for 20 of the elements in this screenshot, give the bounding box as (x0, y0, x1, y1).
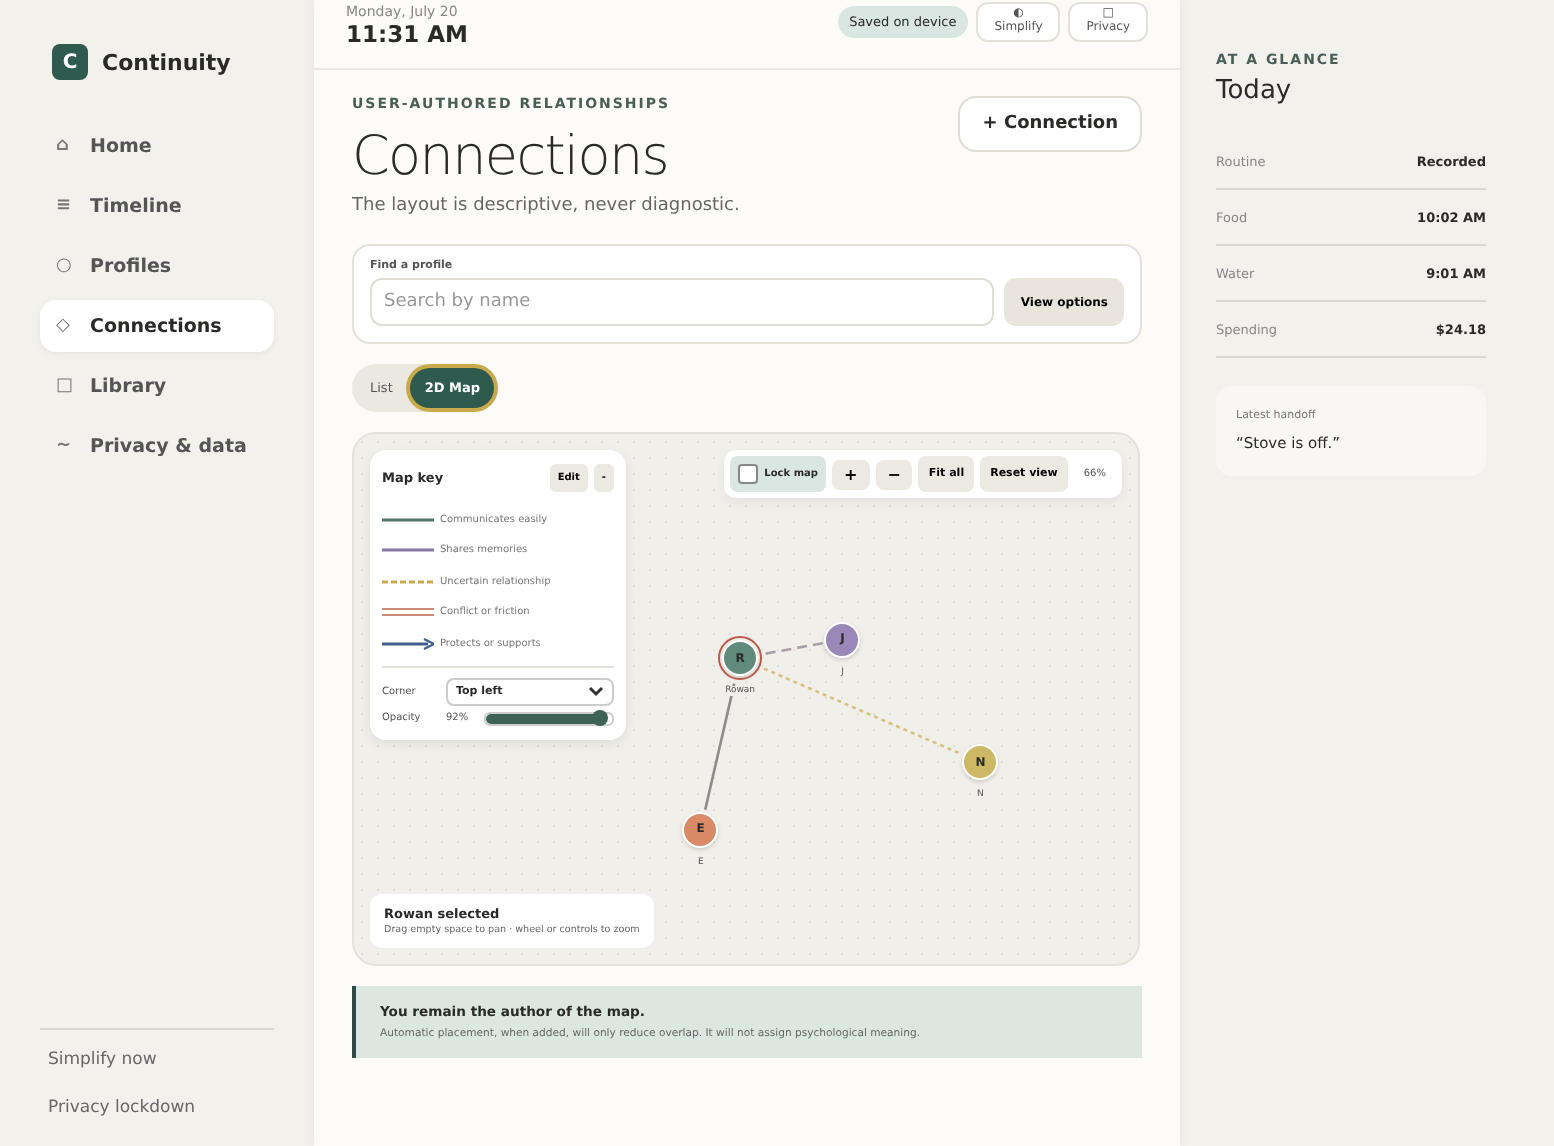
sidebar-link[interactable]: Simplify now (40, 1050, 274, 1070)
zoom-out-button[interactable]: − (875, 459, 913, 489)
time-text: 11:31 AM (346, 20, 468, 48)
panel-title: Today (1216, 76, 1294, 106)
nav-item[interactable]: ~ Privacy & data (40, 420, 274, 472)
page-subtitle: The layout is descriptive, never diagnostic. (352, 196, 740, 216)
app-name: Continuity (102, 49, 231, 75)
add-connection-button[interactable]: + Connection (958, 96, 1142, 152)
opacity-slider[interactable] (484, 711, 614, 725)
nav-item[interactable]: □ Library (40, 360, 274, 412)
page-title: Connections (352, 126, 671, 188)
app-logo: C (52, 44, 88, 80)
nav-item[interactable]: ◇ Connections (40, 300, 274, 352)
nav-item[interactable]: ○ Profiles (40, 240, 274, 292)
zoom-in-button[interactable]: + (832, 459, 870, 489)
search-field[interactable]: Search by name (370, 278, 995, 326)
chevron-down-icon (588, 685, 604, 697)
nav-item[interactable]: ≡ Timeline (40, 180, 274, 232)
sidebar-link[interactable]: Privacy lockdown (40, 1098, 274, 1118)
nav-item[interactable]: ⌂ Home (40, 120, 274, 172)
